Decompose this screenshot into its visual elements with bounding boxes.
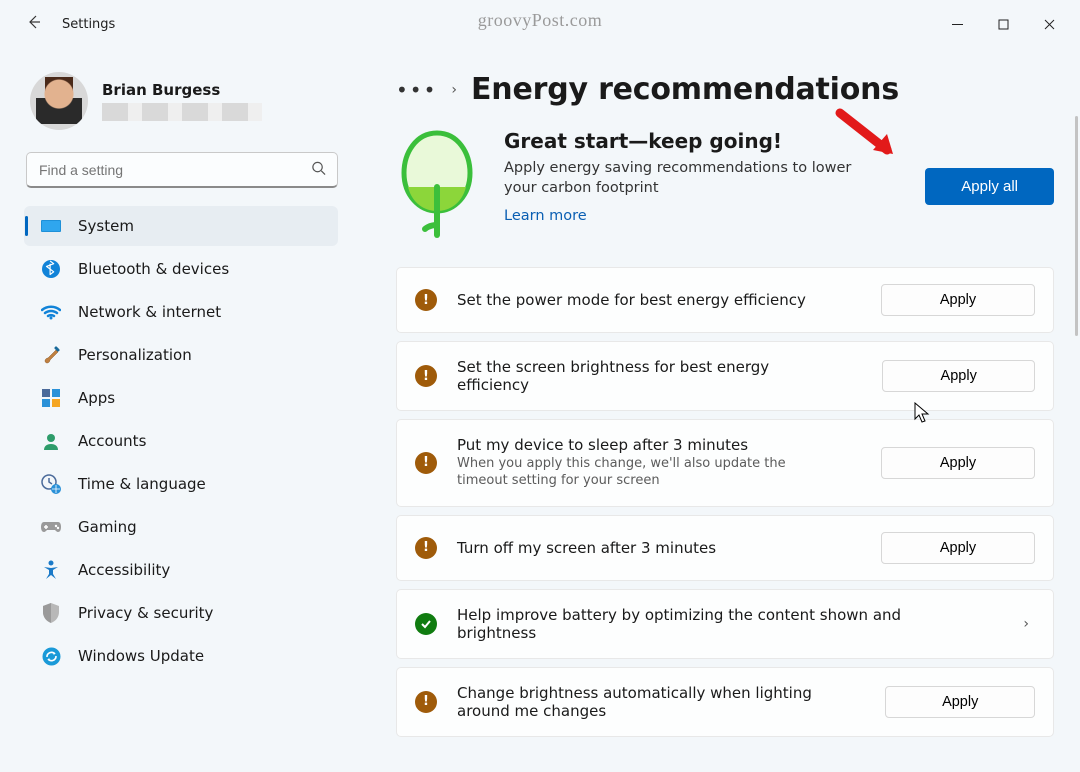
status-warn-icon: ! (415, 365, 437, 387)
bluetooth-icon (40, 258, 62, 280)
recommendation-title: Set the screen brightness for best energ… (457, 358, 842, 394)
sidebar-item-label: Apps (78, 389, 115, 407)
learn-more-link[interactable]: Learn more (504, 208, 587, 224)
sidebar-item-time[interactable]: Time & language (24, 464, 338, 504)
leaf-icon (396, 129, 478, 243)
sidebar-item-accessibility[interactable]: Accessibility (24, 550, 338, 590)
scrollbar[interactable] (1075, 116, 1078, 336)
titlebar: Settings groovyPost.com (0, 0, 1080, 48)
apps-icon (40, 387, 62, 409)
sidebar-item-apps[interactable]: Apps (24, 378, 338, 418)
wifi-icon (40, 301, 62, 323)
sidebar-item-system[interactable]: System (24, 206, 338, 246)
sidebar-item-network[interactable]: Network & internet (24, 292, 338, 332)
window-controls (934, 4, 1072, 44)
clock-globe-icon (40, 473, 62, 495)
sidebar-item-update[interactable]: Windows Update (24, 636, 338, 676)
recommendation-card[interactable]: ! Put my device to sleep after 3 minutes… (396, 419, 1054, 507)
apply-button[interactable]: Apply (881, 532, 1035, 564)
profile-email-blur (102, 103, 262, 121)
sidebar-nav: System Bluetooth & devices Network & int… (18, 206, 352, 676)
apply-button[interactable]: Apply (882, 360, 1035, 392)
status-warn-icon: ! (415, 289, 437, 311)
content: ••• › Energy recommendations Great start… (360, 48, 1080, 772)
avatar (30, 72, 88, 130)
banner-body: Apply energy saving recommendations to l… (504, 159, 864, 198)
recommendation-card[interactable]: ! Set the screen brightness for best ene… (396, 341, 1054, 411)
gamepad-icon (40, 516, 62, 538)
banner-heading: Great start—keep going! (504, 129, 864, 153)
apply-button[interactable]: Apply (881, 447, 1035, 479)
update-icon (40, 645, 62, 667)
recommendation-card[interactable]: ! Turn off my screen after 3 minutes App… (396, 515, 1054, 581)
breadcrumb: ••• › Energy recommendations (396, 72, 1054, 107)
apply-button[interactable]: Apply (881, 284, 1035, 316)
sidebar-item-label: Gaming (78, 518, 137, 536)
sidebar-item-label: Accessibility (78, 561, 170, 579)
banner-text: Great start—keep going! Apply energy sav… (504, 129, 864, 224)
profile-name: Brian Burgess (102, 81, 262, 99)
profile[interactable]: Brian Burgess (18, 64, 352, 148)
sidebar-item-label: Bluetooth & devices (78, 260, 229, 278)
minimize-button[interactable] (934, 4, 980, 44)
recommendations-list: ! Set the power mode for best energy eff… (396, 267, 1054, 737)
sidebar-item-bluetooth[interactable]: Bluetooth & devices (24, 249, 338, 289)
sidebar-item-accounts[interactable]: Accounts (24, 421, 338, 461)
sidebar-item-label: Windows Update (78, 647, 204, 665)
person-icon (40, 430, 62, 452)
watermark: groovyPost.com (478, 10, 603, 31)
search (26, 152, 338, 188)
breadcrumb-overflow-icon[interactable]: ••• (396, 78, 437, 102)
banner: Great start—keep going! Apply energy sav… (396, 123, 1054, 267)
recommendation-title: Turn off my screen after 3 minutes (457, 539, 716, 557)
chevron-right-icon: › (1017, 616, 1035, 632)
status-warn-icon: ! (415, 452, 437, 474)
recommendation-title: Put my device to sleep after 3 minutes (457, 436, 837, 454)
back-button[interactable] (20, 14, 48, 34)
maximize-button[interactable] (980, 4, 1026, 44)
recommendation-subtitle: When you apply this change, we'll also u… (457, 456, 837, 490)
sidebar-item-privacy[interactable]: Privacy & security (24, 593, 338, 633)
search-icon (311, 161, 326, 180)
recommendation-card[interactable]: ! Set the power mode for best energy eff… (396, 267, 1054, 333)
brush-icon (40, 344, 62, 366)
status-warn-icon: ! (415, 537, 437, 559)
sidebar-item-label: System (78, 217, 134, 235)
sidebar-item-label: Time & language (78, 475, 206, 493)
recommendation-card[interactable]: Help improve battery by optimizing the c… (396, 589, 1054, 659)
sidebar-item-personalization[interactable]: Personalization (24, 335, 338, 375)
apply-all-button[interactable]: Apply all (925, 168, 1054, 205)
window-title: Settings (62, 17, 115, 32)
status-warn-icon: ! (415, 691, 437, 713)
recommendation-title: Change brightness automatically when lig… (457, 684, 845, 720)
shield-icon (40, 602, 62, 624)
sidebar-item-label: Network & internet (78, 303, 221, 321)
sidebar-item-label: Privacy & security (78, 604, 213, 622)
system-icon (40, 215, 62, 237)
chevron-right-icon: › (451, 82, 457, 98)
sidebar-item-gaming[interactable]: Gaming (24, 507, 338, 547)
sidebar-item-label: Accounts (78, 432, 146, 450)
close-button[interactable] (1026, 4, 1072, 44)
status-ok-icon (415, 613, 437, 635)
apply-button[interactable]: Apply (885, 686, 1035, 718)
recommendation-card[interactable]: ! Change brightness automatically when l… (396, 667, 1054, 737)
page-title: Energy recommendations (471, 72, 899, 107)
search-input[interactable] (26, 152, 338, 188)
sidebar-item-label: Personalization (78, 346, 192, 364)
recommendation-title: Set the power mode for best energy effic… (457, 291, 806, 309)
recommendation-title: Help improve battery by optimizing the c… (457, 606, 977, 642)
sidebar: Brian Burgess System Bluetooth & devices… (0, 48, 360, 772)
accessibility-icon (40, 559, 62, 581)
